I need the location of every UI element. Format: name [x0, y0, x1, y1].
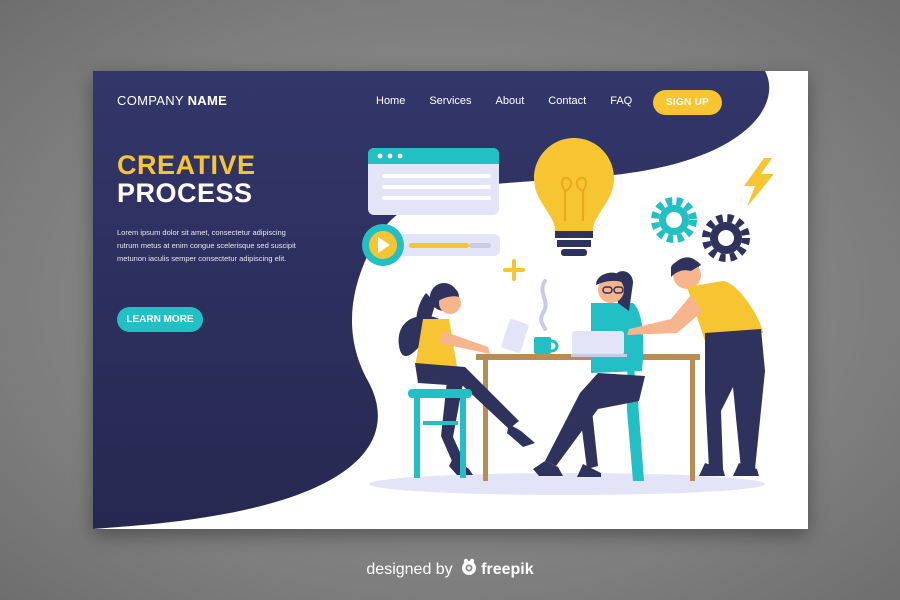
freepik-logo-icon — [462, 558, 477, 575]
floor-shadow — [369, 473, 765, 495]
browser-window-icon — [368, 148, 499, 215]
person-middle-woman — [533, 271, 645, 481]
gear-icon — [651, 197, 697, 243]
gear-icon — [702, 214, 750, 262]
coffee-mug — [534, 279, 559, 354]
credit-brand: freepik — [481, 561, 534, 578]
person-right-man — [627, 257, 765, 476]
lightning-icon — [744, 158, 774, 207]
teamwork-illustration — [362, 138, 774, 495]
lightbulb-icon — [534, 138, 614, 256]
play-icon — [362, 224, 500, 266]
plus-icon — [503, 259, 525, 281]
freepik-credit[interactable]: designed by freepik — [0, 558, 900, 579]
stool — [408, 389, 472, 478]
landing-page-card: COMPANY NAME Home Services About Contact… — [93, 71, 808, 529]
credit-prefix: designed by — [366, 561, 453, 578]
